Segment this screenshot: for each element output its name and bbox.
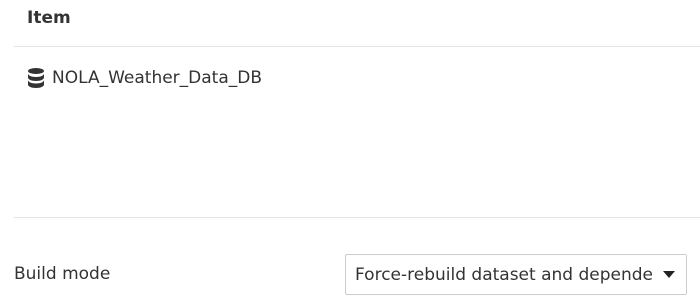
item-column-header: Item — [27, 8, 71, 28]
list-item[interactable]: NOLA_Weather_Data_DB — [27, 64, 262, 92]
caret-down-icon — [652, 255, 686, 294]
build-mode-select[interactable]: Force-rebuild dataset and dependencies — [345, 254, 687, 295]
header-divider — [14, 46, 700, 47]
database-icon — [27, 67, 45, 89]
item-name: NOLA_Weather_Data_DB — [52, 68, 263, 88]
section-divider — [14, 217, 700, 218]
build-mode-selected-value: Force-rebuild dataset and dependencies — [355, 264, 652, 285]
build-mode-label: Build mode — [14, 264, 111, 284]
